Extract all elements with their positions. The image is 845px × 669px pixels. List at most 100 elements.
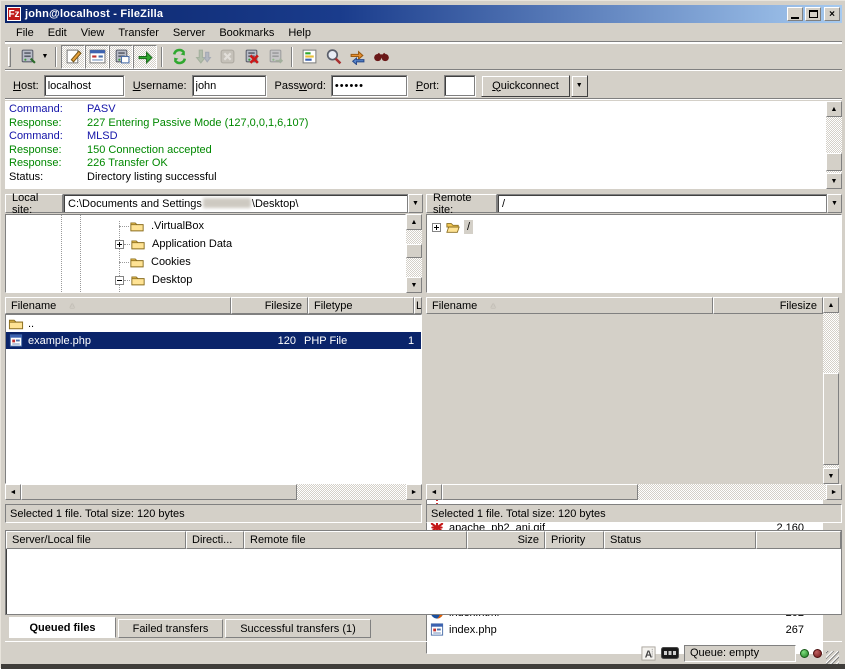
quickconnect-button[interactable]: Quickconnect — [481, 75, 570, 97]
menu-help[interactable]: Help — [281, 25, 318, 41]
local-file-list[interactable]: .. example.php 120 PHP File 1 — [5, 314, 422, 484]
menu-transfer[interactable]: Transfer — [111, 25, 166, 41]
tab-successful-transfers[interactable]: Successful transfers (1) — [225, 619, 371, 638]
tree-item-desktop[interactable]: Desktop — [115, 271, 195, 289]
column-filename[interactable]: Filename▲ — [5, 297, 231, 314]
menu-edit[interactable]: Edit — [41, 25, 74, 41]
column-direction[interactable]: Directi... — [186, 531, 244, 549]
scroll-up-button[interactable]: ▲ — [823, 297, 839, 313]
find-files-button[interactable] — [369, 45, 393, 69]
scrollbar-thumb[interactable] — [823, 373, 839, 465]
column-filesize[interactable]: Filesize — [713, 297, 823, 314]
port-input[interactable] — [444, 75, 475, 96]
scroll-down-button[interactable]: ▼ — [826, 173, 842, 189]
arrow-up-icon: ▲ — [831, 106, 838, 113]
scroll-left-button[interactable]: ◄ — [426, 484, 442, 500]
directory-comparison-button[interactable] — [321, 45, 345, 69]
file-row-example-php[interactable]: example.php 120 PHP File 1 — [6, 332, 421, 349]
scrollbar-thumb[interactable] — [442, 484, 638, 500]
arrow-down-icon: ▼ — [831, 178, 838, 185]
menu-server[interactable]: Server — [166, 25, 212, 41]
queue-header: Server/Local file Directi... Remote file… — [6, 531, 841, 549]
column-priority[interactable]: Priority — [545, 531, 604, 549]
password-input[interactable] — [331, 75, 407, 96]
transfer-type-icon[interactable]: A — [641, 646, 656, 661]
log-line: Response:226 Transfer OK — [9, 157, 826, 171]
remote-site-combo[interactable]: / — [497, 194, 827, 213]
column-filetype[interactable]: Filetype — [308, 297, 414, 314]
site-manager-button[interactable] — [15, 45, 39, 69]
expand-icon[interactable] — [115, 240, 124, 249]
scroll-right-button[interactable]: ► — [826, 484, 842, 500]
column-filesize[interactable]: Filesize — [231, 297, 308, 314]
scroll-left-button[interactable]: ◄ — [5, 484, 21, 500]
message-log-icon — [65, 48, 82, 65]
scrollbar-thumb[interactable] — [826, 153, 842, 171]
local-site-combo-dropdown[interactable]: ▼ — [408, 194, 423, 213]
remote-vscrollbar[interactable]: ▲ ▼ — [823, 297, 839, 484]
remote-hscrollbar[interactable]: ◄ ► — [426, 484, 842, 500]
file-row[interactable]: index.php 267 — [427, 621, 822, 638]
column-server-local-file[interactable]: Server/Local file — [6, 531, 186, 549]
refresh-icon — [171, 48, 188, 65]
cancel-operation-button[interactable] — [215, 45, 239, 69]
toggle-remote-tree-button[interactable] — [109, 45, 133, 69]
tree-item-root[interactable]: / — [432, 218, 473, 236]
local-tree-scrollbar[interactable]: ▲ ▼ — [406, 214, 422, 293]
scroll-down-button[interactable]: ▼ — [823, 468, 839, 484]
toggle-local-tree-button[interactable] — [85, 45, 109, 69]
scrollbar-thumb[interactable] — [406, 244, 422, 258]
host-input[interactable] — [44, 75, 124, 96]
scroll-up-button[interactable]: ▲ — [826, 101, 842, 117]
site-manager-dropdown[interactable]: ▼ — [39, 45, 51, 69]
column-status[interactable]: Status — [604, 531, 756, 549]
menu-file[interactable]: File — [9, 25, 41, 41]
column-remote-file[interactable]: Remote file — [244, 531, 467, 549]
speed-limit-icon[interactable] — [661, 647, 679, 659]
column-filename[interactable]: Filename▲ — [426, 297, 713, 314]
tab-failed-transfers[interactable]: Failed transfers — [118, 619, 223, 638]
collapse-icon[interactable] — [115, 276, 124, 285]
column-last-modified[interactable]: L — [414, 297, 422, 314]
resize-grip[interactable] — [826, 651, 839, 664]
remote-site-combo-dropdown[interactable]: ▼ — [827, 194, 842, 213]
column-size[interactable]: Size — [467, 531, 545, 549]
process-queue-button[interactable] — [191, 45, 215, 69]
refresh-button[interactable] — [167, 45, 191, 69]
disconnect-button[interactable] — [239, 45, 263, 69]
folder-icon — [129, 255, 145, 269]
minimize-button[interactable] — [787, 7, 803, 21]
tab-queued-files[interactable]: Queued files — [9, 617, 116, 638]
quickconnect-dropdown[interactable]: ▼ — [571, 75, 588, 97]
file-row-parent-dir[interactable]: .. — [6, 315, 421, 332]
tree-item-application-data[interactable]: Application Data — [115, 235, 235, 253]
toggle-message-log-button[interactable] — [61, 45, 85, 69]
local-site-combo[interactable]: C:\Documents and Settings\Desktop\ — [63, 194, 408, 213]
close-button[interactable]: × — [824, 7, 840, 21]
username-input[interactable] — [192, 75, 266, 96]
toolbar-grip[interactable] — [8, 47, 11, 67]
transfer-queue[interactable]: Server/Local file Directi... Remote file… — [5, 530, 842, 615]
scroll-down-button[interactable]: ▼ — [406, 277, 422, 293]
toggle-transfer-queue-button[interactable] — [133, 45, 157, 69]
scroll-right-button[interactable]: ► — [406, 484, 422, 500]
maximize-button[interactable] — [805, 7, 821, 21]
filter-button[interactable] — [297, 45, 321, 69]
menu-bar: File Edit View Transfer Server Bookmarks… — [5, 24, 842, 42]
local-tree[interactable]: .VirtualBox Application Data Cookies Des… — [5, 214, 406, 293]
scroll-up-button[interactable]: ▲ — [406, 214, 422, 230]
log-scrollbar[interactable]: ▲ ▼ — [826, 101, 842, 189]
remote-tree[interactable]: / — [426, 214, 842, 293]
synchronized-browsing-button[interactable] — [345, 45, 369, 69]
tree-item-cookies[interactable]: Cookies — [119, 253, 194, 271]
reconnect-button[interactable] — [263, 45, 287, 69]
expand-icon[interactable] — [432, 223, 441, 232]
tree-item-virtualbox[interactable]: .VirtualBox — [119, 217, 207, 235]
title-bar[interactable]: Fz john@localhost - FileZilla × — [5, 5, 842, 23]
scrollbar-thumb[interactable] — [21, 484, 297, 500]
local-hscrollbar[interactable]: ◄ ► — [5, 484, 422, 500]
synchronized-browsing-icon — [349, 48, 366, 65]
menu-bookmarks[interactable]: Bookmarks — [212, 25, 281, 41]
menu-view[interactable]: View — [74, 25, 112, 41]
transfer-queue-icon — [137, 48, 154, 65]
